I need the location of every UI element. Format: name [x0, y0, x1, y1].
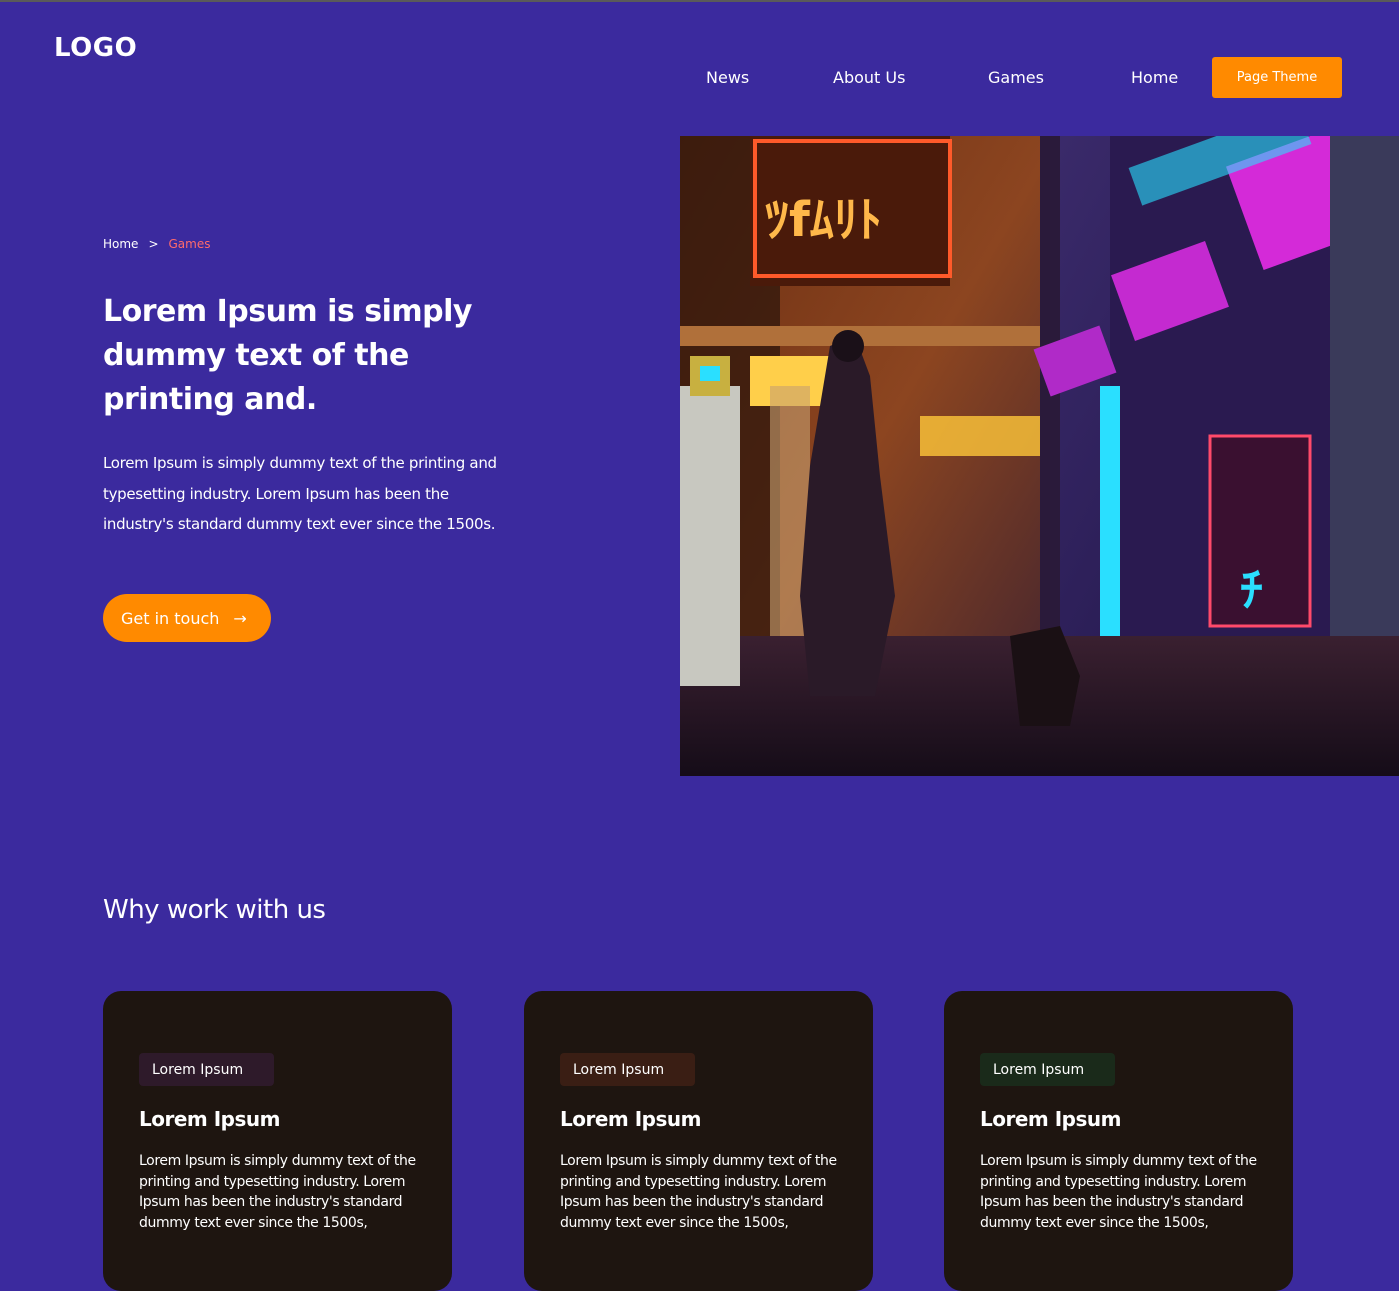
nav-news[interactable]: News [706, 68, 749, 87]
card-tag: Lorem Ipsum [560, 1053, 695, 1086]
svg-text:ﾂfﾑﾘﾄ: ﾂfﾑﾘﾄ [765, 192, 882, 248]
card-text: Lorem Ipsum is simply dummy text of the … [139, 1153, 416, 1231]
breadcrumb-separator: > [148, 237, 159, 251]
feature-card: Lorem Ipsum Lorem Ipsum Lorem Ipsum is s… [524, 991, 873, 1291]
breadcrumb-current: Games [168, 237, 211, 251]
card-title: Lorem Ipsum [139, 1107, 280, 1131]
nav-home[interactable]: Home [1131, 68, 1178, 87]
breadcrumb: Home > Games [103, 237, 210, 251]
breadcrumb-home[interactable]: Home [103, 237, 138, 251]
hero-text: Lorem Ipsum is simply dummy text of the … [103, 454, 497, 533]
section-title: Why work with us [103, 895, 326, 925]
top-border [0, 0, 1399, 2]
feature-card: Lorem Ipsum Lorem Ipsum Lorem Ipsum is s… [103, 991, 452, 1291]
page-theme-button[interactable]: Page Theme [1212, 57, 1342, 98]
get-in-touch-button[interactable]: Get in touch → [103, 594, 271, 642]
card-text: Lorem Ipsum is simply dummy text of the … [560, 1153, 837, 1231]
card-text: Lorem Ipsum is simply dummy text of the … [980, 1153, 1257, 1231]
card-title: Lorem Ipsum [980, 1107, 1121, 1131]
nav-about-us[interactable]: About Us [833, 68, 905, 87]
card-tag: Lorem Ipsum [139, 1053, 274, 1086]
hero-image: ﾂfﾑﾘﾄ ﾁ [680, 136, 1399, 776]
logo[interactable]: LOGO [54, 33, 137, 63]
svg-text:ﾁ: ﾁ [1240, 563, 1263, 617]
card-title: Lorem Ipsum [560, 1107, 701, 1131]
cta-label: Get in touch [121, 608, 220, 628]
hero-title: Lorem Ipsum is simply dummy text of the … [103, 294, 472, 417]
nav-games[interactable]: Games [988, 68, 1044, 87]
arrow-right-icon: → [233, 608, 247, 628]
card-tag: Lorem Ipsum [980, 1053, 1115, 1086]
feature-card: Lorem Ipsum Lorem Ipsum Lorem Ipsum is s… [944, 991, 1293, 1291]
